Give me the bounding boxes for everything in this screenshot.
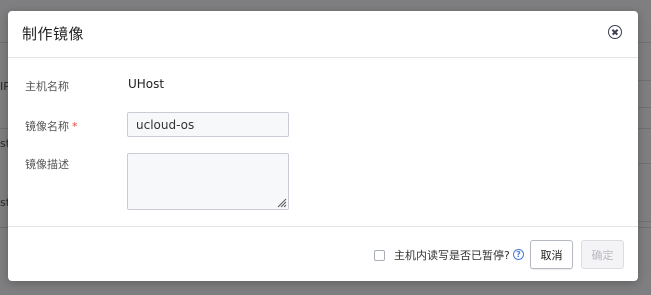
dialog-body: 主机名称 UHost 镜像名称* 镜像描述	[8, 58, 638, 227]
cancel-button[interactable]: 取消	[530, 240, 573, 269]
image-name-label-text: 镜像名称	[25, 120, 69, 133]
host-name-label: 主机名称	[25, 80, 69, 93]
resize-grip-icon[interactable]	[277, 198, 287, 208]
dialog-title: 制作镜像	[22, 25, 85, 43]
background-divider	[637, 80, 651, 81]
background-divider	[637, 221, 651, 222]
background-divider	[637, 163, 651, 164]
image-description-textarea[interactable]	[127, 153, 289, 210]
paused-checkbox[interactable]	[374, 250, 385, 261]
close-icon[interactable]	[608, 25, 622, 39]
dialog-footer: 主机内读写是否已暂停? ? 取消 确定	[8, 227, 638, 281]
dialog-header: 制作镜像	[8, 11, 638, 58]
image-name-label: 镜像名称 *	[25, 118, 78, 134]
image-name-input[interactable]	[127, 112, 289, 137]
host-name-value: UHost	[128, 77, 165, 91]
confirm-button[interactable]: 确定	[581, 240, 624, 269]
paused-checkbox-label[interactable]: 主机内读写是否已暂停?	[394, 247, 510, 263]
help-icon[interactable]: ?	[513, 249, 524, 260]
background-divider	[637, 107, 651, 108]
image-description-label: 镜像描述	[25, 158, 69, 171]
required-mark: *	[72, 120, 78, 133]
create-image-dialog: 制作镜像 主机名称 UHost 镜像名称* 镜像描述 主机内读写是否已暂停? ?…	[8, 11, 638, 281]
